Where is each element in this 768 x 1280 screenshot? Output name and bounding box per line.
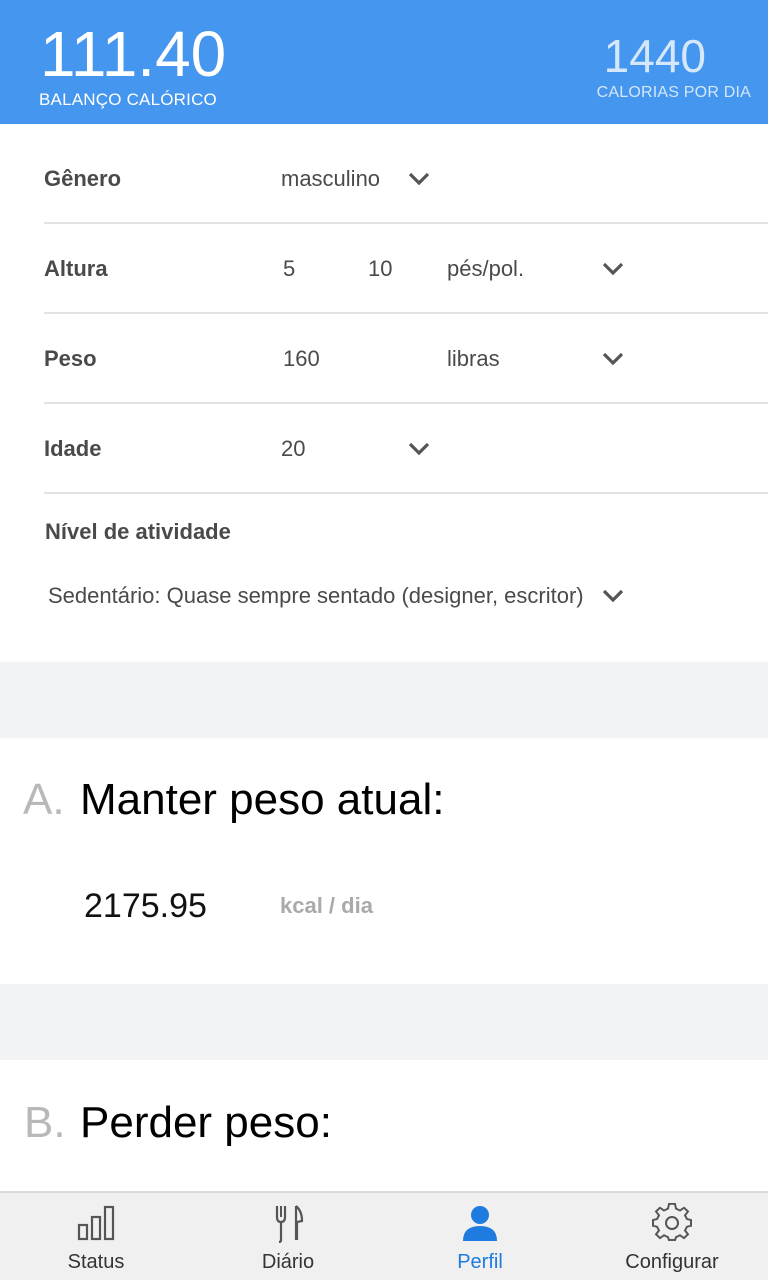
age-label: Idade <box>44 436 102 461</box>
age-select[interactable]: 20 <box>281 404 305 494</box>
height-feet-input[interactable]: 5 <box>283 224 295 314</box>
chevron-down-icon[interactable] <box>601 584 625 608</box>
weight-label: Peso <box>44 346 97 371</box>
calorie-balance-value: 111.40 <box>40 18 227 90</box>
gender-row: Gênero masculino <box>44 134 768 224</box>
person-icon <box>460 1203 500 1243</box>
section-divider <box>0 662 768 738</box>
age-row: Idade 20 <box>44 404 768 494</box>
lose-weight-title: Perder peso: <box>80 1098 332 1147</box>
bottom-tab-bar: Status Diário Perfil Configurar <box>0 1191 768 1280</box>
fork-knife-icon <box>268 1203 308 1244</box>
weight-row: Peso 160 libras <box>44 314 768 404</box>
bar-chart-icon <box>76 1203 116 1243</box>
activity-level-select[interactable]: Sedentário: Quase sempre sentado (design… <box>48 576 600 616</box>
calorie-header: 111.40 BALANÇO CALÓRICO 1440 CALORIAS PO… <box>0 0 768 124</box>
tab-diary[interactable]: Diário <box>192 1193 384 1280</box>
tab-diary-label: Diário <box>261 1251 315 1273</box>
height-label: Altura <box>44 256 108 281</box>
calorie-balance-label: BALANÇO CALÓRICO <box>39 90 217 109</box>
calories-per-day-value: 1440 <box>603 30 706 82</box>
tab-profile[interactable]: Perfil <box>384 1193 576 1280</box>
tab-settings-label: Configurar <box>625 1251 719 1273</box>
gender-label: Gênero <box>44 166 122 191</box>
activity-level-label: Nível de atividade <box>45 519 231 544</box>
height-row: Altura 5 10 pés/pol. <box>44 224 768 314</box>
chevron-down-icon[interactable] <box>407 437 431 461</box>
weight-unit-select[interactable]: libras <box>447 314 500 404</box>
calories-per-day-label: CALORIAS POR DIA <box>596 84 751 101</box>
gear-icon <box>652 1202 692 1243</box>
chevron-down-icon[interactable] <box>601 257 625 281</box>
maintain-kcal-value: 2175.95 <box>84 887 207 925</box>
gender-select[interactable]: masculino <box>281 134 380 224</box>
height-inches-input[interactable]: 10 <box>368 224 392 314</box>
maintain-weight-title: Manter peso atual: <box>80 775 445 824</box>
section-b-letter: B. <box>24 1098 66 1147</box>
chevron-down-icon[interactable] <box>601 347 625 371</box>
section-divider <box>0 984 768 1060</box>
maintain-kcal-unit: kcal / dia <box>280 893 373 918</box>
tab-status-label: Status <box>67 1251 125 1273</box>
tab-status[interactable]: Status <box>0 1193 192 1280</box>
tab-profile-label: Perfil <box>457 1251 503 1273</box>
chevron-down-icon[interactable] <box>407 167 431 191</box>
height-unit-select[interactable]: pés/pol. <box>447 224 524 314</box>
weight-input[interactable]: 160 <box>283 314 320 404</box>
section-a-letter: A. <box>23 775 65 824</box>
tab-settings[interactable]: Configurar <box>576 1193 768 1280</box>
